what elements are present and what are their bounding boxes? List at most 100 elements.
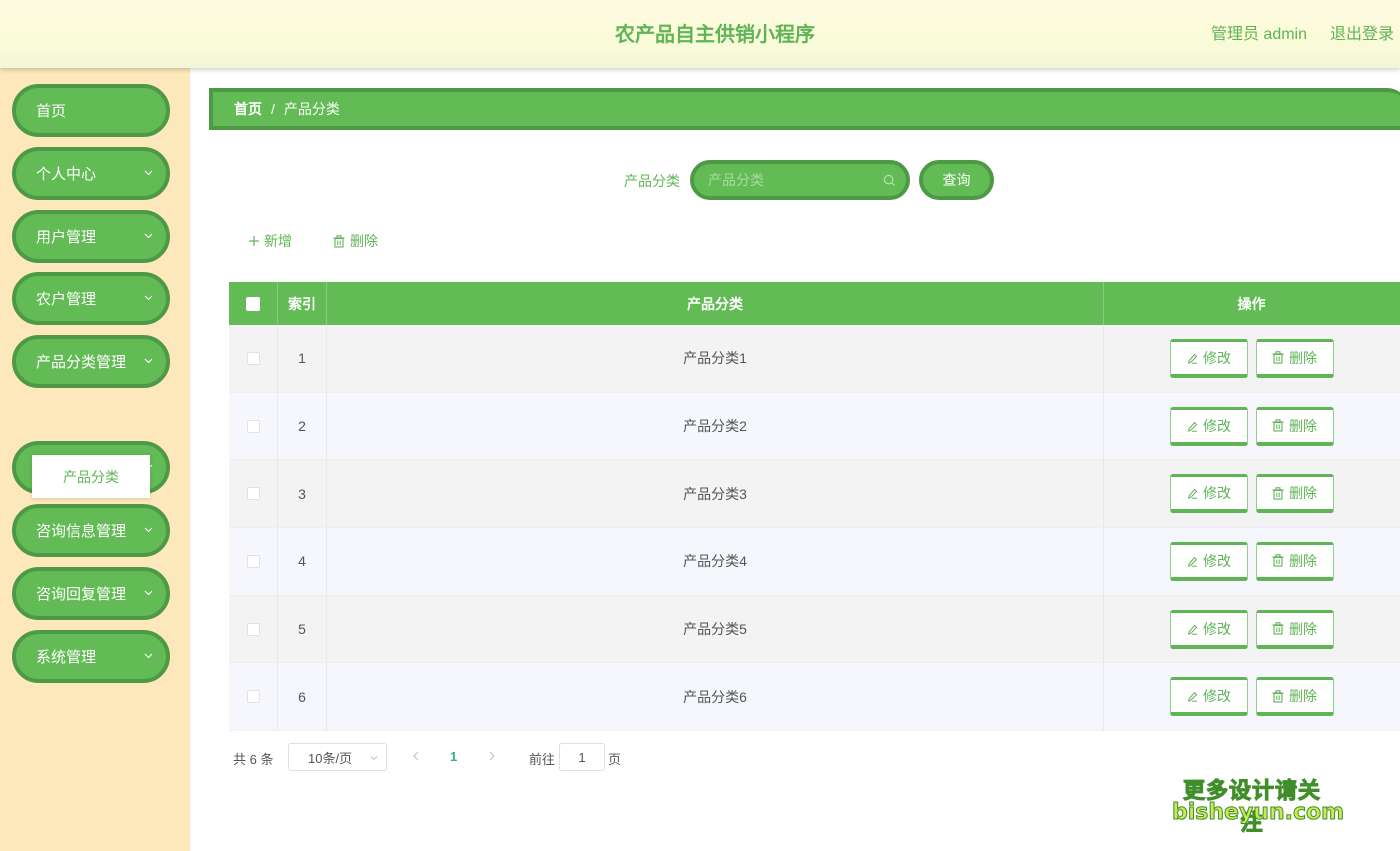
edit-button[interactable]: 修改 [1170,474,1248,513]
sidebar-item-label: 系统管理 [36,646,96,667]
table-row: 2产品分类2修改删除 [229,393,1400,461]
row-actions: 修改 删除 [1104,663,1399,730]
breadcrumb-home[interactable]: 首页 [234,99,262,119]
search-field[interactable] [690,160,910,200]
sidebar-item-consult-reply-management[interactable]: 咨询回复管理 [12,567,170,620]
query-button[interactable]: 查询 [919,160,994,200]
chevron-down-icon [144,293,153,302]
search-input[interactable] [708,164,878,196]
row-category-name: 产品分类1 [327,325,1104,392]
row-checkbox[interactable] [247,420,260,433]
chevron-down-icon [144,356,153,365]
sidebar-item-product-category-management[interactable]: 产品分类管理 [12,335,170,388]
search-icon [883,174,896,187]
trash-icon [1272,351,1284,364]
chevron-down-icon [144,525,153,534]
edit-button[interactable]: 修改 [1170,610,1248,649]
next-page-icon[interactable] [487,750,497,762]
row-checkbox[interactable] [247,555,260,568]
chevron-down-icon [370,754,378,762]
edit-button[interactable]: 修改 [1170,407,1248,446]
row-index: 1 [278,325,327,392]
row-category-name: 产品分类4 [327,528,1104,595]
sidebar-item-personal-center[interactable]: 个人中心 [12,147,170,200]
sidebar-item-label: 产品分类管理 [36,351,126,372]
row-actions: 修改 删除 [1104,528,1399,595]
delete-label: 删除 [1289,416,1317,436]
watermark-line2: bisheyun.com [1172,800,1332,825]
add-button[interactable]: 新增 [248,231,292,251]
page-size-value: 10条/页 [308,748,352,767]
table-row: 1产品分类1 修改 删除 [229,325,1400,393]
page-number-current[interactable]: 1 [450,749,457,764]
delete-button[interactable]: 删除 [1256,339,1334,378]
row-category-name: 产品分类3 [327,460,1104,527]
delete-label: 删除 [1289,551,1317,571]
edit-icon [1186,555,1198,567]
row-actions: 修改 删除 [1104,393,1399,460]
delete-button[interactable]: 删除 [1256,407,1334,446]
table-row: 5产品分类5 修改 删除 [229,596,1400,664]
delete-label: 删除 [1289,348,1317,368]
column-header-index: 索引 [278,282,327,325]
trash-icon [1272,622,1284,635]
sidebar-item-label: 用户管理 [36,226,96,247]
sidebar-item-consult-info-management[interactable]: 咨询信息管理 [12,504,170,557]
sidebar-item-label: 咨询回复管理 [36,583,126,604]
goto-page-input[interactable] [559,743,605,771]
page-size-select[interactable]: 10条/页 [288,743,387,771]
delete-button[interactable]: 删除 [1256,542,1334,581]
sidebar-item-user-management[interactable]: 用户管理 [12,210,170,263]
sidebar-item-home[interactable]: 首页 [12,84,170,137]
column-header-actions: 操作 [1104,282,1399,325]
row-checkbox-cell [229,596,278,663]
row-checkbox-cell [229,460,278,527]
row-checkbox-cell [229,393,278,460]
row-actions: 修改 删除 [1104,325,1399,392]
edit-button[interactable]: 修改 [1170,677,1248,716]
edit-label: 修改 [1203,483,1231,503]
trash-icon [1272,419,1284,432]
edit-icon [1186,690,1198,702]
table-header: 索引 产品分类 操作 [229,282,1400,325]
edit-button[interactable]: 修改 [1170,339,1248,378]
row-category-name: 产品分类6 [327,663,1104,730]
delete-label: 删除 [1289,483,1317,503]
select-all-checkbox[interactable] [246,297,260,311]
breadcrumb-separator: / [271,101,275,117]
edit-label: 修改 [1203,551,1231,571]
sidebar-item-label: 个人中心 [36,163,96,184]
delete-label: 删除 [1289,686,1317,706]
delete-button[interactable]: 删除 [1256,474,1334,513]
edit-button[interactable]: 修改 [1170,542,1248,581]
sidebar-item-farmer-management[interactable]: 农户管理 [12,272,170,325]
chevron-down-icon [144,168,153,177]
table-row: 3产品分类3修改删除 [229,460,1400,528]
delete-button[interactable]: 删除 [1256,677,1334,716]
edit-label: 修改 [1203,416,1231,436]
row-checkbox[interactable] [247,690,260,703]
goto-label: 前往 [529,749,555,768]
edit-label: 修改 [1203,619,1231,639]
sidebar-item-label: 首页 [36,100,66,121]
prev-page-icon[interactable] [411,750,421,762]
row-checkbox[interactable] [247,352,260,365]
row-checkbox[interactable] [247,487,260,500]
top-header: 农产品自主供销小程序 管理员 admin 退出登录 [0,0,1400,68]
page-suffix: 页 [608,749,621,768]
watermark: 更多设计请关注 bisheyun.com [1172,773,1332,829]
chevron-down-icon [144,651,153,660]
breadcrumb-current: 产品分类 [284,99,340,119]
logout-link[interactable]: 退出登录 [1330,20,1394,44]
edit-icon [1186,623,1198,635]
row-checkbox[interactable] [247,623,260,636]
sidebar-item-system-management[interactable]: 系统管理 [12,630,170,683]
delete-button[interactable]: 删除 [1256,610,1334,649]
row-category-name: 产品分类5 [327,596,1104,663]
pagination-total: 共 6 条 [233,749,273,768]
submenu-item-product-category[interactable]: 产品分类 [32,455,150,498]
batch-delete-button[interactable]: 删除 [333,231,378,251]
delete-label: 删除 [1289,619,1317,639]
row-checkbox-cell [229,663,278,730]
row-index: 5 [278,596,327,663]
